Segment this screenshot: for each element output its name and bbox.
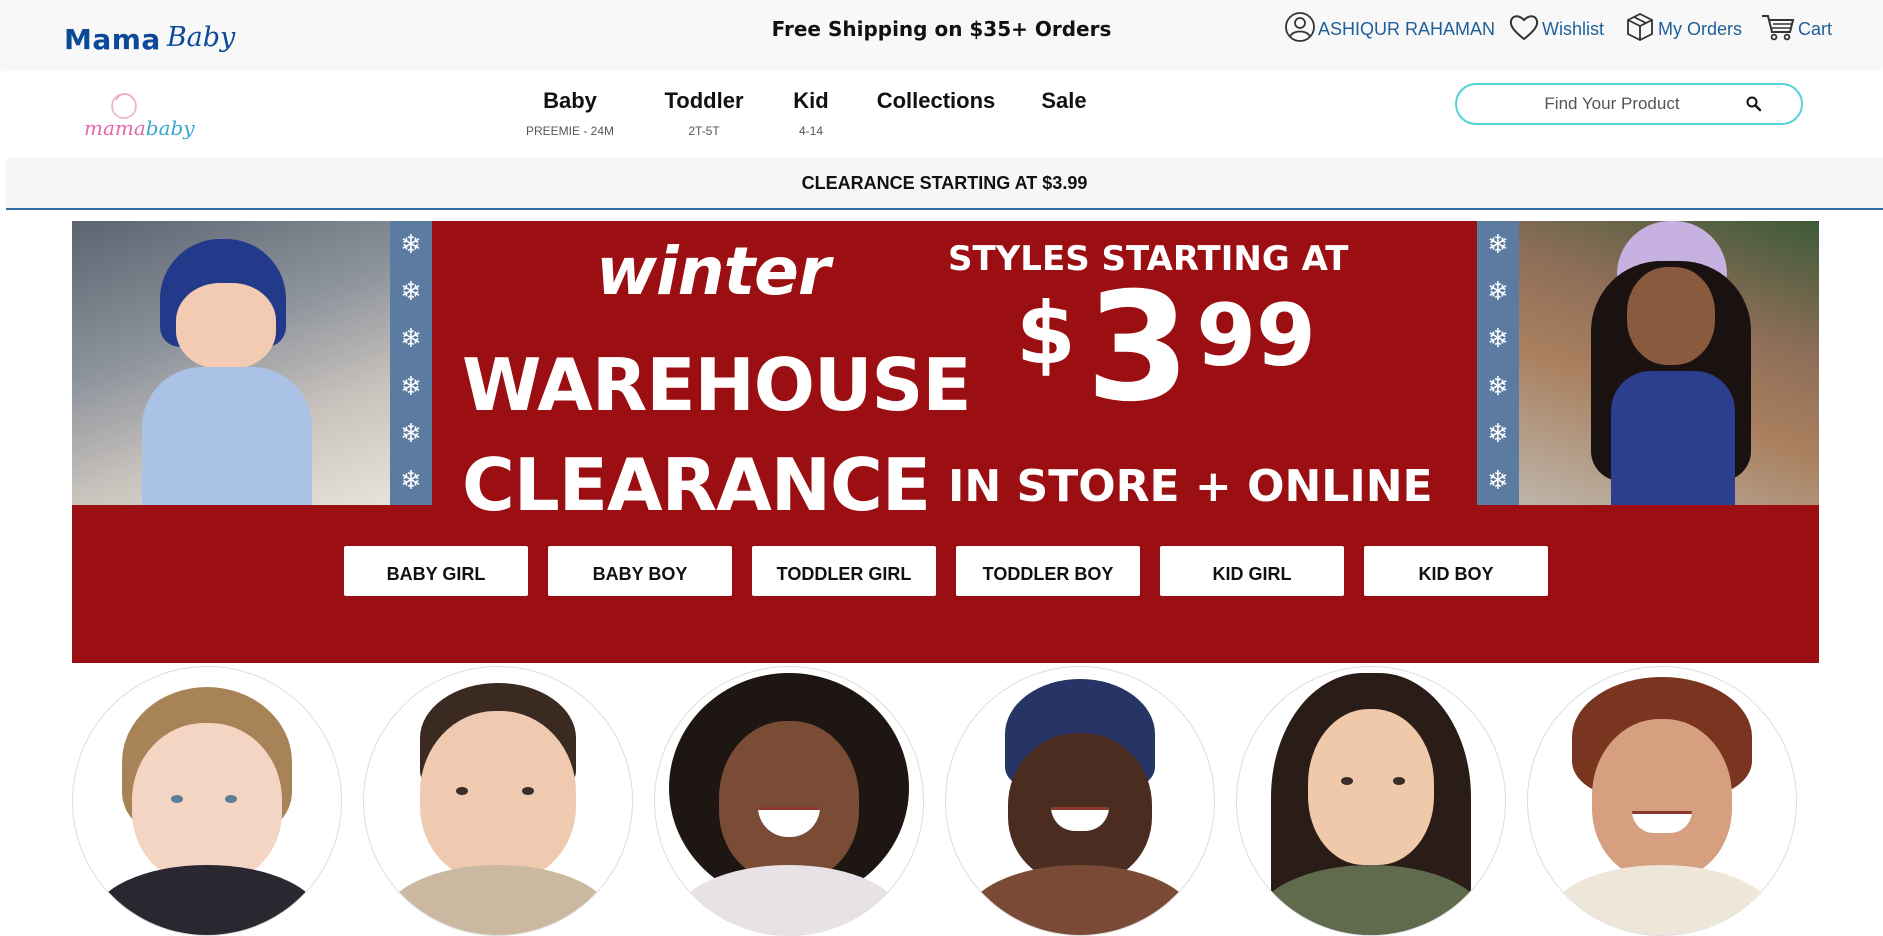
cart-icon: [1760, 12, 1798, 47]
snowflake-band-left: ❄ ❄ ❄ ❄ ❄ ❄: [390, 221, 432, 505]
category-portraits: [72, 666, 1819, 936]
category-button-baby-boy[interactable]: BABY BOY: [548, 546, 732, 596]
wishlist-label: Wishlist: [1542, 18, 1604, 39]
orders-link[interactable]: My Orders: [1624, 12, 1742, 46]
nav-sublabel: 2T-5T: [688, 124, 720, 138]
snowflake-icon: ❄: [400, 229, 422, 260]
snowflake-icon: ❄: [1487, 466, 1509, 497]
nav-item-sale[interactable]: Sale: [1034, 88, 1094, 114]
account-name: ASHIQUR RAHAMAN: [1318, 18, 1496, 39]
portrait-baby-girl[interactable]: [72, 666, 342, 936]
hero-channel-text: IN STORE + ONLINE: [948, 461, 1433, 512]
nav-label: Sale: [1041, 88, 1087, 113]
nav-item-collections[interactable]: Collections: [870, 88, 1002, 114]
snowflake-icon: ❄: [1487, 371, 1509, 402]
clearance-strip[interactable]: CLEARANCE STARTING AT $3.99: [6, 158, 1883, 210]
nav-sublabel: PREEMIE - 24M: [525, 124, 615, 138]
category-button-toddler-boy[interactable]: TODDLER BOY: [956, 546, 1140, 596]
nav-sublabel: 4-14: [798, 124, 824, 138]
nav-item-baby[interactable]: Baby PREEMIE - 24M: [512, 88, 628, 138]
hero-photo-right: [1519, 221, 1819, 505]
snowflake-icon: ❄: [1487, 418, 1509, 449]
secondary-logo[interactable]: mamababy: [80, 86, 195, 160]
category-button-toddler-girl[interactable]: TODDLER GIRL: [752, 546, 936, 596]
hero-banner[interactable]: ❄ ❄ ❄ ❄ ❄ ❄ winter WAREHOUSE CLEARANCE S…: [72, 221, 1819, 663]
orders-label: My Orders: [1658, 18, 1743, 39]
nav-item-toddler[interactable]: Toddler 2T-5T: [654, 88, 754, 138]
nav-label: Baby: [543, 88, 597, 113]
clearance-strip-text: CLEARANCE STARTING AT $3.99: [801, 172, 1088, 193]
cart-link[interactable]: Cart: [1760, 12, 1832, 46]
cart-label: Cart: [1798, 18, 1833, 39]
brand-mama-text: Mama: [64, 23, 161, 56]
snowflake-icon: ❄: [1487, 324, 1509, 355]
price-cents: 99: [1196, 286, 1316, 386]
category-button-baby-girl[interactable]: BABY GIRL: [344, 546, 528, 596]
search-box: [1455, 83, 1803, 125]
secondary-logo-text: mamababy: [84, 116, 195, 140]
category-button-row: BABY GIRL BABY BOY TODDLER GIRL TODDLER …: [344, 546, 1548, 596]
user-circle-icon: [1284, 11, 1318, 48]
portrait-baby-boy[interactable]: [363, 666, 633, 936]
brand-logo[interactable]: Mama Baby: [64, 13, 235, 57]
hero-photo-left: [72, 221, 390, 505]
snowflake-icon: ❄: [1487, 229, 1509, 260]
category-button-kid-boy[interactable]: KID BOY: [1364, 546, 1548, 596]
price-dollar: $: [1016, 284, 1076, 384]
search-input[interactable]: [1457, 94, 1747, 114]
snowflake-icon: ❄: [400, 466, 422, 497]
snowflake-icon: ❄: [400, 371, 422, 402]
nav-label: Collections: [876, 88, 996, 113]
portrait-toddler-girl[interactable]: [654, 666, 924, 936]
category-button-kid-girl[interactable]: KID GIRL: [1160, 546, 1344, 596]
hero-winter-text: winter: [596, 233, 830, 310]
price-whole: 3: [1085, 261, 1191, 435]
brand-baby-text: Baby: [166, 22, 236, 53]
snowflake-icon: ❄: [400, 276, 422, 307]
snowflake-icon: ❄: [1487, 276, 1509, 307]
hero-line1: WAREHOUSE: [462, 343, 971, 427]
snowflake-icon: ❄: [400, 418, 422, 449]
heart-icon: [1508, 12, 1542, 47]
account-link[interactable]: ASHIQUR RAHAMAN: [1284, 11, 1496, 48]
snowflake-band-right: ❄ ❄ ❄ ❄ ❄ ❄: [1477, 221, 1519, 505]
portrait-kid-boy[interactable]: [1527, 666, 1797, 936]
box-icon: [1624, 11, 1658, 48]
nav-item-kid[interactable]: Kid 4-14: [784, 88, 838, 138]
wishlist-link[interactable]: Wishlist: [1508, 12, 1604, 46]
nav-label: Kid: [793, 88, 829, 113]
portrait-kid-girl[interactable]: [1236, 666, 1506, 936]
nav-label: Toddler: [664, 88, 744, 113]
promo-text: Free Shipping on $35+ Orders: [771, 17, 1112, 41]
search-icon[interactable]: [1745, 95, 1763, 117]
snowflake-icon: ❄: [400, 324, 422, 355]
hero-line2: CLEARANCE: [462, 443, 931, 527]
portrait-toddler-boy[interactable]: [945, 666, 1215, 936]
hero-price: $ 3 99: [1016, 273, 1316, 423]
